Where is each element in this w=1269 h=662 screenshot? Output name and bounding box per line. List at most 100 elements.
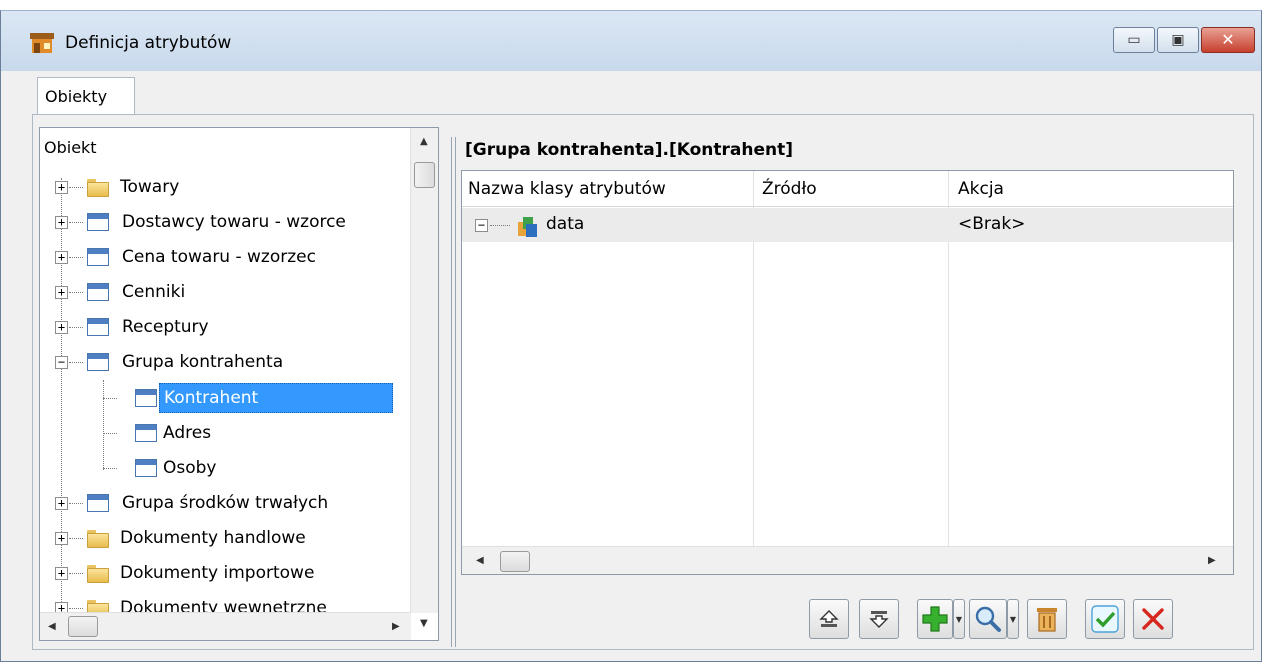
scroll-thumb[interactable] xyxy=(500,551,530,572)
column-header-name[interactable]: Nazwa klasy atrybutów xyxy=(468,179,666,199)
add-icon xyxy=(922,606,948,632)
cancel-icon xyxy=(1142,608,1164,630)
move-down-button[interactable] xyxy=(859,599,899,639)
scroll-right-icon[interactable]: ▶ xyxy=(1208,555,1216,566)
tree-item-label: Grupa kontrahenta xyxy=(122,352,284,372)
add-dropdown[interactable]: ▼ xyxy=(953,599,965,639)
tree-item-dokumenty-handlowe[interactable]: + Dokumenty handlowe xyxy=(55,521,310,555)
row-name: data xyxy=(546,214,585,234)
add-button[interactable] xyxy=(917,599,953,639)
scroll-down-icon[interactable]: ▼ xyxy=(420,618,428,629)
collapse-icon[interactable]: − xyxy=(55,355,68,369)
delete-button[interactable] xyxy=(1027,599,1067,639)
expand-icon[interactable]: + xyxy=(55,285,68,299)
collapse-icon[interactable]: − xyxy=(475,219,488,232)
scroll-thumb[interactable] xyxy=(68,616,98,637)
folder-icon xyxy=(87,179,109,197)
tree-item-label: Dokumenty importowe xyxy=(120,563,315,583)
expand-icon[interactable]: + xyxy=(55,250,68,264)
cancel-button[interactable] xyxy=(1133,599,1173,639)
tree-branch xyxy=(103,398,117,399)
tree-item-label: Towary xyxy=(120,177,180,197)
window-icon xyxy=(135,389,157,407)
move-down-icon xyxy=(869,611,889,628)
expand-icon[interactable]: + xyxy=(55,320,68,334)
tab-objects-label: Obiekty xyxy=(45,87,108,106)
tree-branch xyxy=(103,468,117,469)
table-row[interactable]: − data <Brak> xyxy=(462,208,1233,242)
tree-item-label: Cena towaru - wzorzec xyxy=(122,247,316,267)
tree-item-label: Adres xyxy=(163,423,212,443)
tree-item-dostawcy[interactable]: + Dostawcy towaru - wzorce xyxy=(55,205,350,239)
tree-vertical-scrollbar[interactable]: ▲ ▼ xyxy=(410,128,438,629)
window-icon xyxy=(87,248,109,266)
tree-item-towary[interactable]: + Towary xyxy=(55,170,183,204)
tree-branch xyxy=(103,433,117,434)
tab-objects[interactable]: Obiekty xyxy=(37,77,135,115)
close-button[interactable]: ✕ xyxy=(1201,27,1255,53)
tree-line xyxy=(103,380,104,470)
tree-item-label: Osoby xyxy=(163,458,217,478)
tree-horizontal-scrollbar[interactable]: ◀ ▶ xyxy=(40,612,411,640)
tree-item-receptury[interactable]: + Receptury xyxy=(55,310,213,344)
move-up-icon xyxy=(819,610,839,627)
confirm-button[interactable] xyxy=(1085,599,1125,639)
tree-item-dokumenty-importowe[interactable]: + Dokumenty importowe xyxy=(55,556,318,590)
tree-item-label: Dokumenty handlowe xyxy=(120,528,306,548)
window-icon xyxy=(87,353,109,371)
objects-panel: Obiekt + Towary + Dostawcy towaru - wzor… xyxy=(32,114,1254,650)
window-icon xyxy=(87,213,109,231)
tree-item-grupa-srodkow[interactable]: + Grupa środków trwałych xyxy=(55,486,332,520)
column-header-action[interactable]: Akcja xyxy=(958,179,1004,199)
search-button[interactable] xyxy=(969,599,1007,639)
grid-header: Nazwa klasy atrybutów Źródło Akcja xyxy=(462,171,1233,207)
row-action: <Brak> xyxy=(958,214,1026,234)
tree-item-label: Dostawcy towaru - wzorce xyxy=(122,212,346,232)
delete-icon xyxy=(1037,608,1057,632)
search-icon xyxy=(975,606,1001,632)
tree-item-grupa-kontrahenta[interactable]: − Grupa kontrahenta xyxy=(55,345,287,379)
window-icon xyxy=(135,424,157,442)
expand-icon[interactable]: + xyxy=(55,566,68,580)
tree-item-osoby[interactable]: Osoby xyxy=(135,451,221,485)
tree-header: Obiekt xyxy=(44,138,97,157)
scroll-left-icon[interactable]: ◀ xyxy=(48,621,56,632)
scroll-left-icon[interactable]: ◀ xyxy=(476,555,484,566)
window-icon xyxy=(135,459,157,477)
expand-icon[interactable]: + xyxy=(55,180,68,194)
close-icon: ✕ xyxy=(1221,30,1235,49)
minimize-icon: ▭ xyxy=(1127,32,1141,48)
scroll-up-icon[interactable]: ▲ xyxy=(420,136,428,147)
object-tree[interactable]: Obiekt + Towary + Dostawcy towaru - wzor… xyxy=(39,127,439,641)
maximize-icon: ▣ xyxy=(1171,32,1185,48)
tree-item-cena[interactable]: + Cena towaru - wzorzec xyxy=(55,240,320,274)
selected-object-path: [Grupa kontrahenta].[Kontrahent] xyxy=(465,140,793,160)
column-header-source[interactable]: Źródło xyxy=(762,179,817,199)
window-icon xyxy=(87,318,109,336)
attribute-definition-window: Definicja atrybutów ▭ ▣ ✕ Obiekty Obiekt… xyxy=(0,10,1262,662)
minimize-button[interactable]: ▭ xyxy=(1113,27,1155,53)
scroll-right-icon[interactable]: ▶ xyxy=(392,621,400,632)
title-bar[interactable]: Definicja atrybutów ▭ ▣ ✕ xyxy=(1,11,1261,71)
tree-item-label: Cenniki xyxy=(122,282,186,302)
tree-item-cenniki[interactable]: + Cenniki xyxy=(55,275,189,309)
confirm-icon xyxy=(1091,605,1119,633)
panel-splitter[interactable] xyxy=(451,137,456,647)
move-up-button[interactable] xyxy=(809,599,849,639)
maximize-button[interactable]: ▣ xyxy=(1157,27,1199,53)
tree-item-adres[interactable]: Adres xyxy=(135,416,215,450)
folder-icon xyxy=(87,565,109,583)
search-dropdown[interactable]: ▼ xyxy=(1007,599,1019,639)
app-icon xyxy=(30,33,54,53)
expand-icon[interactable]: + xyxy=(55,215,68,229)
window-icon xyxy=(87,283,109,301)
attribute-class-grid[interactable]: Nazwa klasy atrybutów Źródło Akcja − dat… xyxy=(461,170,1234,575)
tree-item-kontrahent[interactable]: Kontrahent xyxy=(135,381,393,415)
folder-icon xyxy=(87,530,109,548)
grid-horizontal-scrollbar[interactable]: ◀ ▶ xyxy=(462,546,1233,574)
expand-icon[interactable]: + xyxy=(55,496,68,510)
expand-icon[interactable]: + xyxy=(55,531,68,545)
scroll-thumb[interactable] xyxy=(414,162,435,188)
tree-item-label: Kontrahent xyxy=(159,383,393,413)
attribute-class-icon xyxy=(518,217,537,237)
